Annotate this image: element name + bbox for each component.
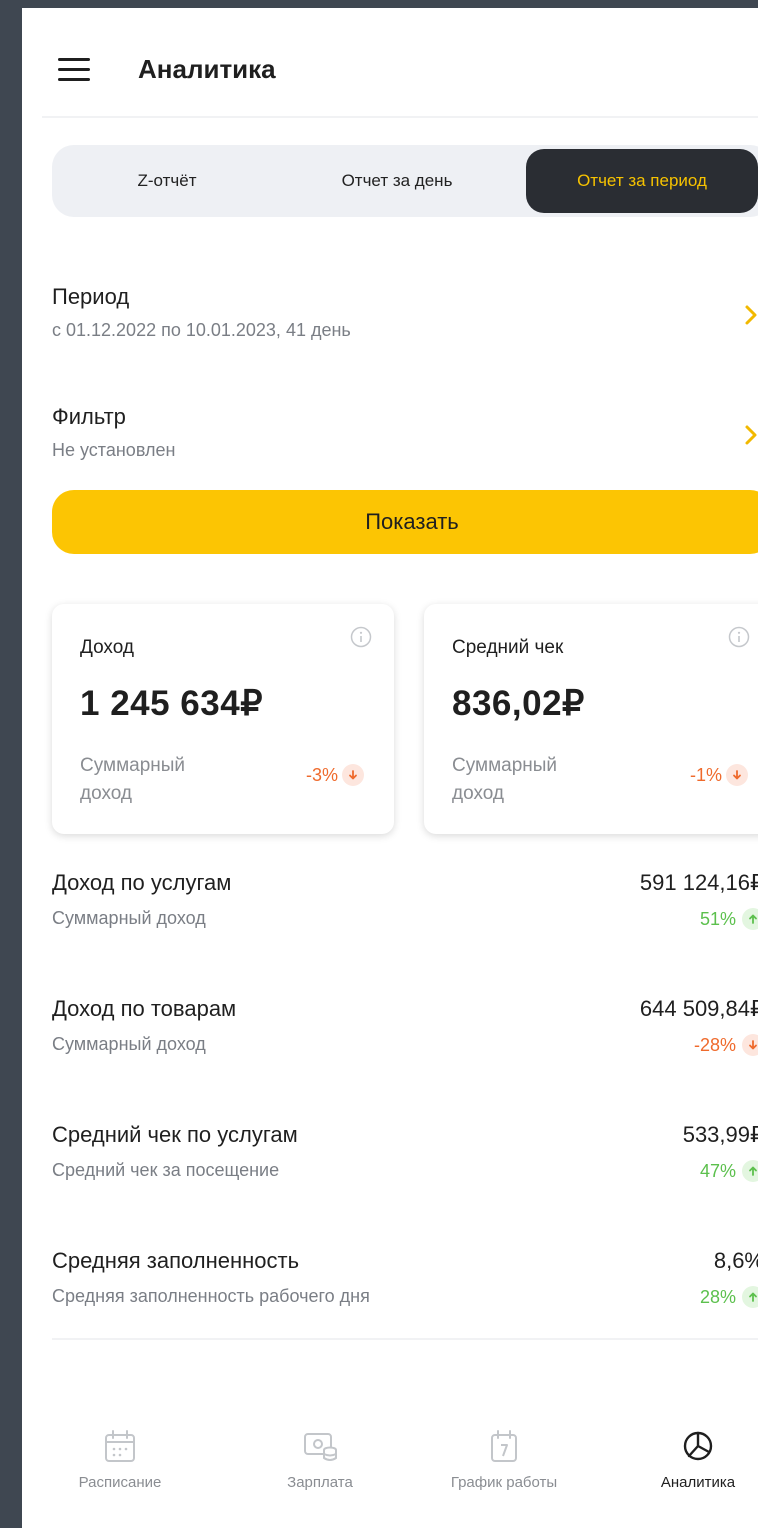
metric-services-income: Доход по услугам Суммарный доход 591 124… xyxy=(52,870,758,940)
card-label: Доход xyxy=(80,637,134,658)
arrow-up-icon xyxy=(742,1286,758,1308)
app-screen: Аналитика Z-отчёт Отчет за день Отчет за… xyxy=(22,8,758,1528)
metric-value: 644 509,84₽ xyxy=(639,996,758,1021)
tab-salary[interactable]: Зарплата xyxy=(240,1428,400,1518)
metric-subtitle: Средняя заполненность рабочего дня xyxy=(52,1286,370,1306)
metric-delta: 47% xyxy=(700,1160,758,1182)
tab-work-schedule[interactable]: График работы xyxy=(424,1428,584,1518)
schedule-icon xyxy=(491,1430,517,1462)
card-label: Средний чек xyxy=(452,637,564,658)
tab-label: Расписание xyxy=(78,1474,162,1491)
arrow-down-icon xyxy=(742,1034,758,1056)
metric-title: Средняя заполненность xyxy=(52,1248,300,1273)
tab-analytics[interactable]: Аналитика xyxy=(618,1428,758,1518)
info-icon[interactable] xyxy=(350,626,372,648)
header-divider xyxy=(42,116,758,118)
card-delta: -1% xyxy=(690,764,748,786)
metric-subtitle: Средний чек за посещение xyxy=(52,1160,280,1180)
arrow-up-icon xyxy=(742,908,758,930)
tab-schedule[interactable]: Расписание xyxy=(40,1428,200,1518)
calendar-icon xyxy=(105,1430,135,1462)
metric-value: 591 124,16₽ xyxy=(639,870,758,895)
tab-z-report[interactable]: Z-отчёт xyxy=(52,145,282,217)
metric-value: 8,6% xyxy=(713,1248,758,1273)
metric-goods-income: Доход по товарам Суммарный доход 644 509… xyxy=(52,996,758,1066)
metric-delta: -28% xyxy=(694,1034,758,1056)
delta-value: 28% xyxy=(699,1286,736,1307)
chevron-right-icon xyxy=(745,425,757,445)
card-subtitle: Суммарный доход xyxy=(452,755,558,804)
salary-icon xyxy=(304,1433,337,1461)
card-subtitle: Суммарный доход xyxy=(80,755,186,804)
tab-label: Аналитика xyxy=(660,1474,736,1491)
info-icon[interactable] xyxy=(728,626,750,648)
metric-delta: 51% xyxy=(700,908,758,930)
bottom-tab-bar: Расписание Зарплата График работы Аналит… xyxy=(22,1428,758,1528)
tab-period-report[interactable]: Отчет за период xyxy=(526,149,758,213)
metric-average-occupancy: Средняя заполненность Средняя заполненно… xyxy=(52,1248,758,1318)
delta-value: 47% xyxy=(699,1160,736,1181)
header: Аналитика xyxy=(22,8,758,120)
metric-title: Доход по услугам xyxy=(52,870,232,895)
hamburger-menu-icon[interactable] xyxy=(58,58,90,82)
show-button[interactable]: Показать xyxy=(52,490,758,554)
report-type-segmented-control: Z-отчёт Отчет за день Отчет за период xyxy=(52,145,758,217)
card-delta: -3% xyxy=(306,764,364,786)
arrow-up-icon xyxy=(742,1160,758,1182)
filter-row[interactable]: Фильтр Не установлен xyxy=(52,404,758,474)
tab-daily-report[interactable]: Отчет за день xyxy=(282,145,512,217)
chevron-right-icon xyxy=(745,305,757,325)
metric-subtitle: Суммарный доход xyxy=(52,1034,206,1054)
average-check-card[interactable]: Средний чек 836,02₽ Суммарный доход -1% xyxy=(424,604,758,834)
income-card[interactable]: Доход 1 245 634₽ Суммарный доход -3% xyxy=(52,604,394,834)
metric-subtitle: Суммарный доход xyxy=(52,908,206,928)
metric-value: 533,99₽ xyxy=(682,1122,758,1147)
metric-title: Доход по товарам xyxy=(52,996,237,1021)
period-title: Период xyxy=(52,284,130,309)
metric-services-average-check: Средний чек по услугам Средний чек за по… xyxy=(52,1122,758,1192)
delta-value: -28% xyxy=(693,1034,736,1055)
period-row[interactable]: Период с 01.12.2022 по 10.01.2023, 41 де… xyxy=(52,284,758,354)
filter-value: Не установлен xyxy=(52,440,176,460)
arrow-down-icon xyxy=(342,764,364,786)
period-value: с 01.12.2022 по 10.01.2023, 41 день xyxy=(52,320,351,340)
metric-delta: 28% xyxy=(700,1286,758,1308)
arrow-down-icon xyxy=(726,764,748,786)
page-title: Аналитика xyxy=(138,54,276,84)
analytics-pie-icon xyxy=(683,1431,713,1461)
card-value: 1 245 634₽ xyxy=(80,684,263,723)
tab-label: Зарплата xyxy=(287,1474,353,1491)
delta-value: 51% xyxy=(699,908,736,929)
metric-title: Средний чек по услугам xyxy=(52,1122,298,1147)
delta-value: -1% xyxy=(689,764,722,785)
tab-label: График работы xyxy=(450,1474,558,1491)
filter-title: Фильтр xyxy=(52,404,126,429)
delta-value: -3% xyxy=(305,764,338,785)
card-value: 836,02₽ xyxy=(452,684,585,723)
list-divider xyxy=(52,1338,758,1340)
